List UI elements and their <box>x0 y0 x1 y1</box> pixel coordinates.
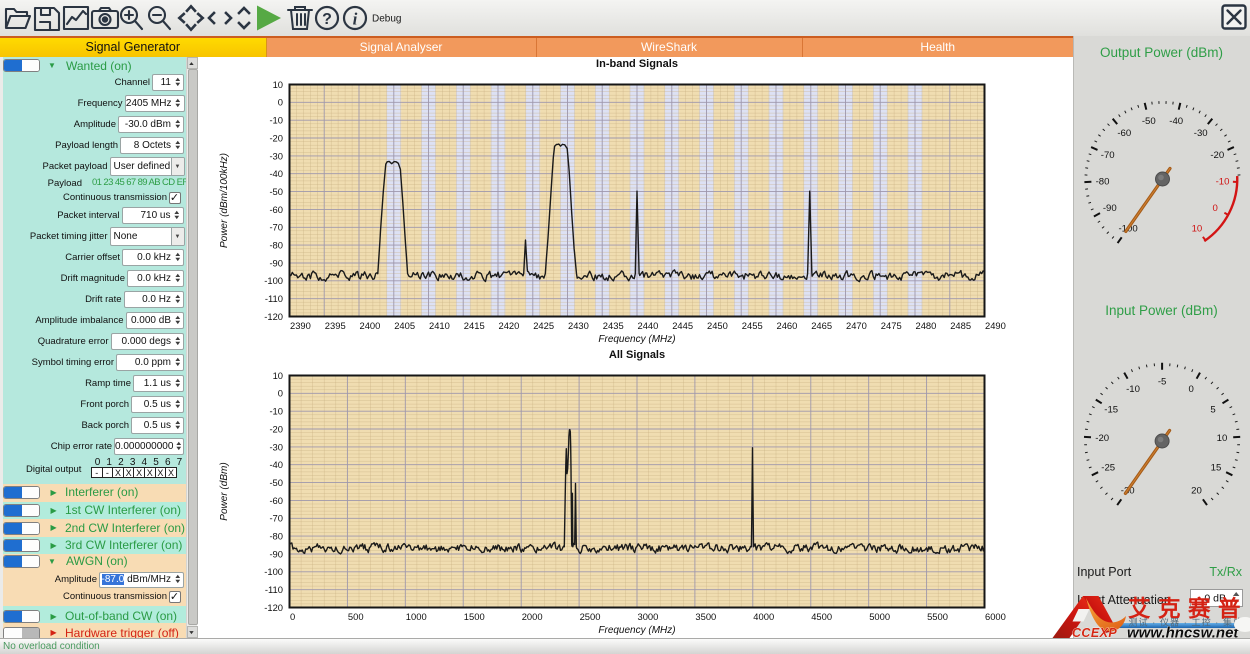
svg-text:-10: -10 <box>269 115 283 126</box>
svg-text:Power (dBm): Power (dBm) <box>219 462 230 520</box>
svg-text:-10: -10 <box>1126 384 1140 395</box>
svg-text:3000: 3000 <box>638 611 659 622</box>
svg-text:All Signals: All Signals <box>609 349 665 361</box>
svg-text:-25: -25 <box>1101 463 1115 474</box>
svg-text:2445: 2445 <box>672 320 693 331</box>
svg-text:-70: -70 <box>1101 150 1115 161</box>
svg-text:?: ? <box>322 11 332 28</box>
svg-text:-100: -100 <box>264 566 283 577</box>
svg-text:2470: 2470 <box>846 320 867 331</box>
svg-text:2435: 2435 <box>603 320 624 331</box>
svg-text:-80: -80 <box>269 531 283 542</box>
svg-text:0: 0 <box>1189 384 1194 395</box>
svg-text:0: 0 <box>1213 203 1218 214</box>
svg-text:4000: 4000 <box>753 611 774 622</box>
svg-text:0: 0 <box>278 97 283 108</box>
svg-text:2500: 2500 <box>580 611 601 622</box>
svg-text:Output Power (dBm): Output Power (dBm) <box>1100 45 1223 60</box>
svg-text:2460: 2460 <box>777 320 798 331</box>
svg-text:2390: 2390 <box>290 320 311 331</box>
svg-text:2485: 2485 <box>950 320 971 331</box>
svg-text:Frequency (MHz): Frequency (MHz) <box>598 334 675 345</box>
svg-text:2455: 2455 <box>742 320 763 331</box>
svg-text:4500: 4500 <box>811 611 832 622</box>
svg-text:Input Power (dBm): Input Power (dBm) <box>1105 303 1218 318</box>
svg-text:-20: -20 <box>269 423 283 434</box>
svg-text:2490: 2490 <box>985 320 1006 331</box>
svg-text:-60: -60 <box>1117 128 1131 139</box>
svg-text:5000: 5000 <box>869 611 890 622</box>
svg-text:-100: -100 <box>264 275 283 286</box>
svg-text:-5: -5 <box>1158 376 1167 387</box>
svg-text:-30: -30 <box>269 150 283 161</box>
svg-text:-80: -80 <box>269 240 283 251</box>
svg-text:2425: 2425 <box>533 320 554 331</box>
svg-text:-30: -30 <box>1194 128 1208 139</box>
svg-text:2465: 2465 <box>811 320 832 331</box>
svg-text:2410: 2410 <box>429 320 450 331</box>
svg-text:-15: -15 <box>1104 405 1118 416</box>
svg-text:2420: 2420 <box>499 320 520 331</box>
svg-text:-20: -20 <box>1210 150 1224 161</box>
svg-text:CCEXP: CCEXP <box>1072 626 1117 640</box>
svg-text:10: 10 <box>273 370 283 381</box>
svg-text:2430: 2430 <box>568 320 589 331</box>
svg-text:2405: 2405 <box>394 320 415 331</box>
svg-text:-10: -10 <box>1216 177 1230 188</box>
svg-text:1500: 1500 <box>464 611 485 622</box>
svg-text:2000: 2000 <box>522 611 543 622</box>
svg-text:2395: 2395 <box>325 320 346 331</box>
svg-text:-60: -60 <box>269 204 283 215</box>
svg-text:-80: -80 <box>1096 177 1110 188</box>
svg-text:15: 15 <box>1211 463 1222 474</box>
svg-text:10: 10 <box>273 79 283 90</box>
svg-text:-50: -50 <box>269 477 283 488</box>
svg-text:0: 0 <box>278 388 283 399</box>
svg-text:www.hncsw.net: www.hncsw.net <box>1127 625 1239 642</box>
svg-text:-120: -120 <box>264 311 283 322</box>
svg-text:Power (dBm/100kHz): Power (dBm/100kHz) <box>219 153 230 248</box>
svg-text:-120: -120 <box>264 602 283 613</box>
svg-text:-40: -40 <box>1169 116 1183 127</box>
svg-text:5500: 5500 <box>927 611 948 622</box>
svg-text:-50: -50 <box>269 186 283 197</box>
svg-text:-20: -20 <box>269 132 283 143</box>
svg-text:-90: -90 <box>269 548 283 559</box>
svg-text:2440: 2440 <box>638 320 659 331</box>
svg-text:0: 0 <box>290 611 295 622</box>
svg-text:-30: -30 <box>269 441 283 452</box>
svg-text:-70: -70 <box>269 222 283 233</box>
svg-text:20: 20 <box>1191 485 1202 496</box>
svg-text:-20: -20 <box>1095 433 1109 444</box>
svg-text:Debug: Debug <box>372 14 401 25</box>
svg-text:10: 10 <box>1192 223 1203 234</box>
svg-text:10: 10 <box>1217 433 1228 444</box>
svg-text:2400: 2400 <box>360 320 381 331</box>
svg-text:2450: 2450 <box>707 320 728 331</box>
svg-text:-60: -60 <box>269 495 283 506</box>
svg-text:Frequency (MHz): Frequency (MHz) <box>598 625 675 636</box>
svg-text:-40: -40 <box>269 168 283 179</box>
svg-text:-110: -110 <box>265 293 283 304</box>
svg-text:5: 5 <box>1210 405 1215 416</box>
svg-text:2480: 2480 <box>916 320 937 331</box>
svg-text:500: 500 <box>348 611 364 622</box>
svg-text:1000: 1000 <box>406 611 427 622</box>
svg-text:i: i <box>353 10 358 29</box>
svg-text:2415: 2415 <box>464 320 485 331</box>
svg-text:3500: 3500 <box>695 611 716 622</box>
svg-text:-110: -110 <box>265 584 283 595</box>
svg-text:2475: 2475 <box>881 320 902 331</box>
svg-text:-10: -10 <box>269 406 283 417</box>
svg-text:-90: -90 <box>1103 203 1117 214</box>
svg-text:In-band Signals: In-band Signals <box>596 58 678 70</box>
svg-text:6000: 6000 <box>985 611 1006 622</box>
svg-text:-50: -50 <box>1142 116 1156 127</box>
svg-text:-40: -40 <box>269 459 283 470</box>
svg-text:-70: -70 <box>269 513 283 524</box>
svg-text:-90: -90 <box>269 257 283 268</box>
